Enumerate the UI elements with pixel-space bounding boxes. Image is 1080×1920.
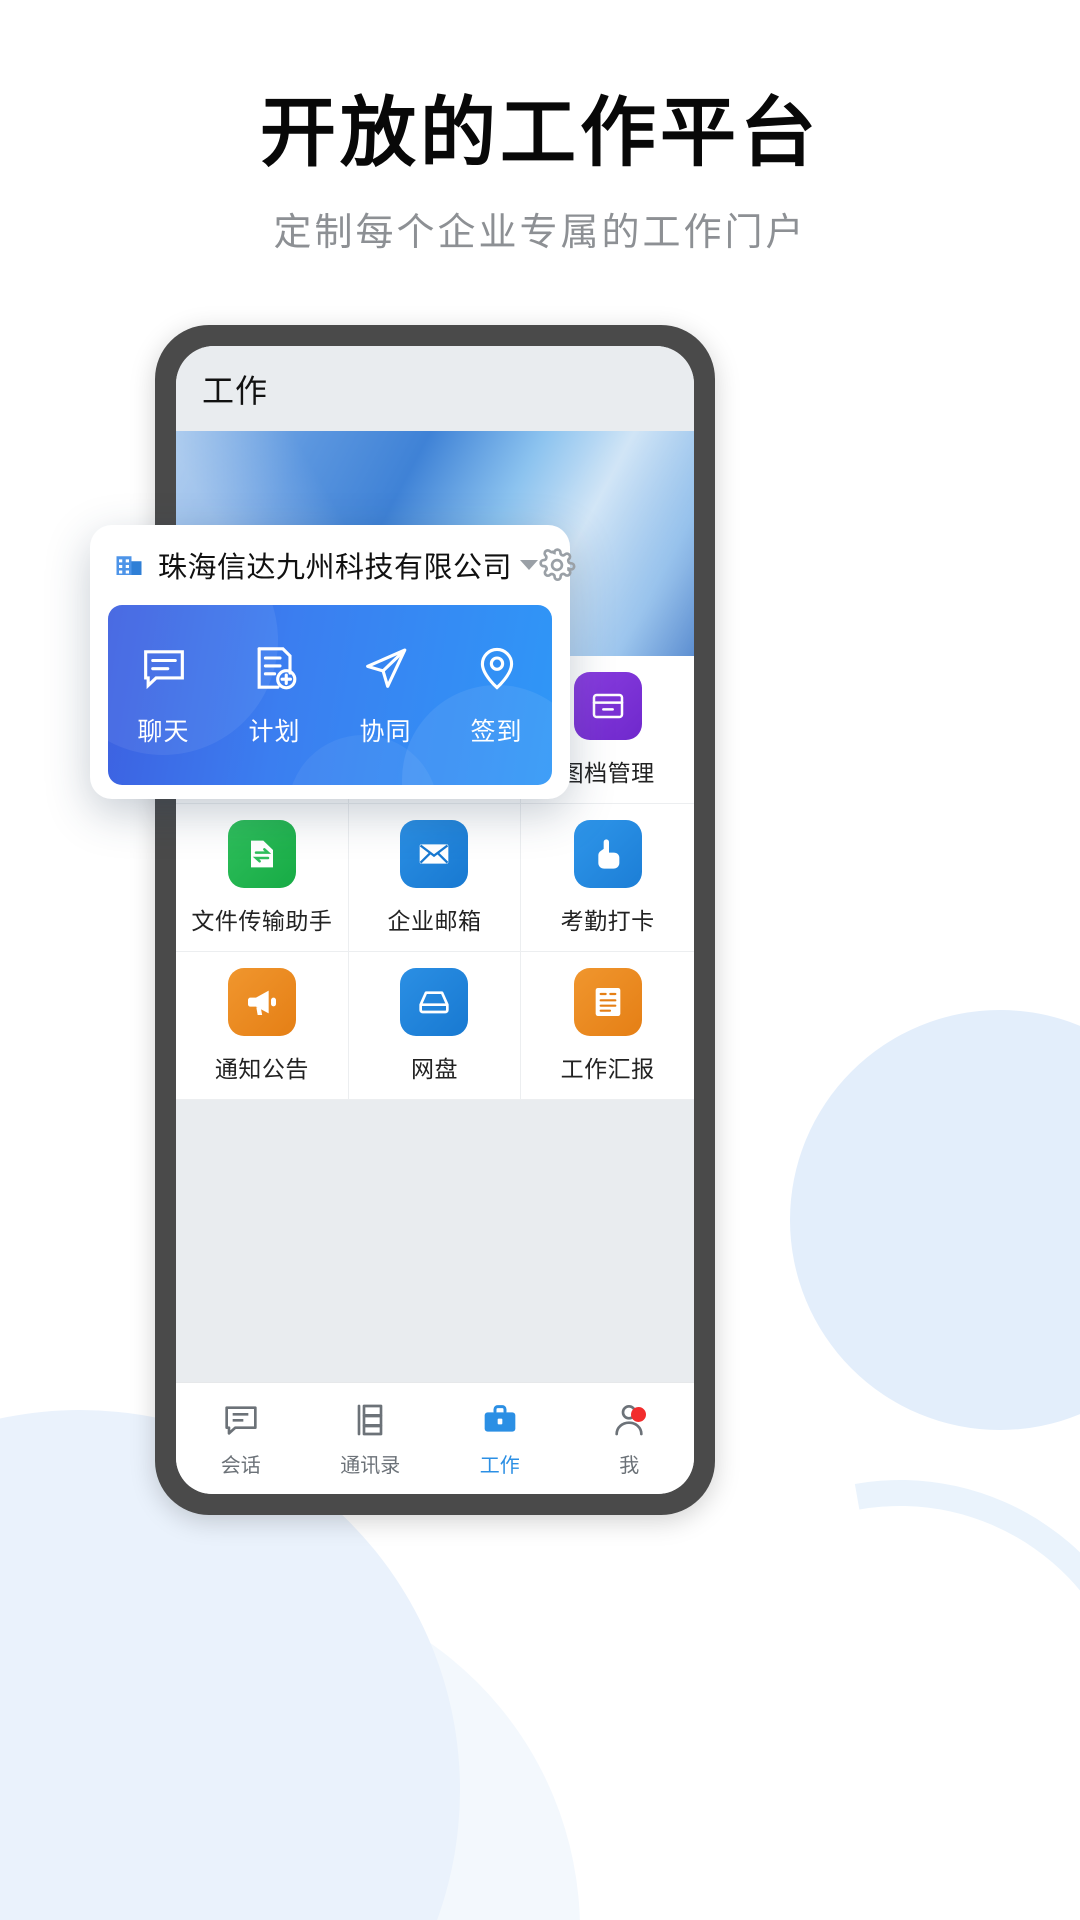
attendance-icon [573,819,642,888]
app-grid-item[interactable]: 文件传输助手 [176,804,349,952]
quick-action-checkin[interactable]: 签到 [441,643,552,748]
tab-label: 我 [619,1454,640,1477]
quick-action-label: 签到 [470,717,523,746]
app-grid-item-label: 网盘 [410,1055,458,1082]
quick-action-label: 聊天 [137,717,190,746]
company-name[interactable]: 珠海信达九州科技有限公司 [158,544,512,586]
phone-mockup: 工作 OA OA办公 内部知识库 图档管理 文件传输助手 企业邮箱 考勤打卡 通… [155,325,715,1515]
report-icon [573,967,642,1036]
file-transfer-icon [227,819,296,888]
page-title: 开放的工作平台 [260,91,820,176]
announcement-icon [227,967,296,1036]
quick-action-label: 计划 [248,717,301,746]
archive-icon [573,671,642,740]
tab-label: 会话 [220,1454,261,1477]
chat-icon [221,1400,261,1440]
page-subtitle: 定制每个企业专属的工作门户 [273,212,807,254]
app-header-title: 工作 [202,372,269,409]
app-grid-item-label: 考勤打卡 [560,907,655,934]
hero-text-block: 开放的工作平台 定制每个企业专属的工作门户 [0,0,1080,254]
phone-screen: 工作 OA OA办公 内部知识库 图档管理 文件传输助手 企业邮箱 考勤打卡 通… [176,346,694,1494]
quick-action-chat[interactable]: 聊天 [108,643,219,748]
app-grid-item[interactable]: 网盘 [348,952,522,1100]
paper-plane-icon [361,643,411,698]
app-grid-item[interactable]: 企业邮箱 [348,804,522,952]
app-grid-item-label: 图档管理 [560,759,655,786]
app-grid-item[interactable]: 考勤打卡 [521,804,694,952]
tab-briefcase[interactable]: 工作 [435,1383,565,1494]
plan-add-icon [250,643,300,698]
app-grid-empty-area [176,1100,694,1400]
quick-action-collaborate[interactable]: 协同 [330,643,441,748]
quick-action-label: 协同 [359,717,412,746]
app-grid-item-label: 工作汇报 [560,1055,655,1082]
mail-icon [400,819,469,888]
app-grid-item[interactable]: 通知公告 [176,952,349,1100]
org-switcher-popup: 珠海信达九州科技有限公司 聊天 计划 协同 签到 [90,525,576,799]
chat-bubble-icon [139,643,189,698]
contacts-icon [350,1400,390,1440]
decorative-circle-right [790,1010,1080,1430]
tab-label: 通讯录 [340,1454,401,1477]
quick-actions-banner: 聊天 计划 协同 签到 [108,605,552,785]
briefcase-icon [480,1400,520,1440]
tab-chat[interactable]: 会话 [176,1383,306,1494]
app-grid-item-label: 文件传输助手 [191,907,333,934]
popup-header: 珠海信达九州科技有限公司 [90,525,576,605]
gear-icon[interactable] [538,546,576,584]
building-icon [114,550,144,580]
app-grid-item-label: 企业邮箱 [387,907,482,934]
location-pin-icon [472,643,522,698]
notification-badge [631,1407,646,1422]
app-grid-item[interactable]: 工作汇报 [521,952,694,1100]
tab-label: 工作 [479,1454,520,1477]
tab-person[interactable]: 我 [565,1383,695,1494]
app-header: 工作 [176,346,694,431]
tab-contacts[interactable]: 通讯录 [306,1383,436,1494]
quick-action-plan[interactable]: 计划 [219,643,330,748]
app-grid-item-label: 通知公告 [214,1055,309,1082]
cloud-disk-icon [400,967,469,1036]
bottom-tab-bar: 会话 通讯录 工作 我 [176,1382,694,1494]
chevron-down-icon[interactable] [520,560,539,570]
